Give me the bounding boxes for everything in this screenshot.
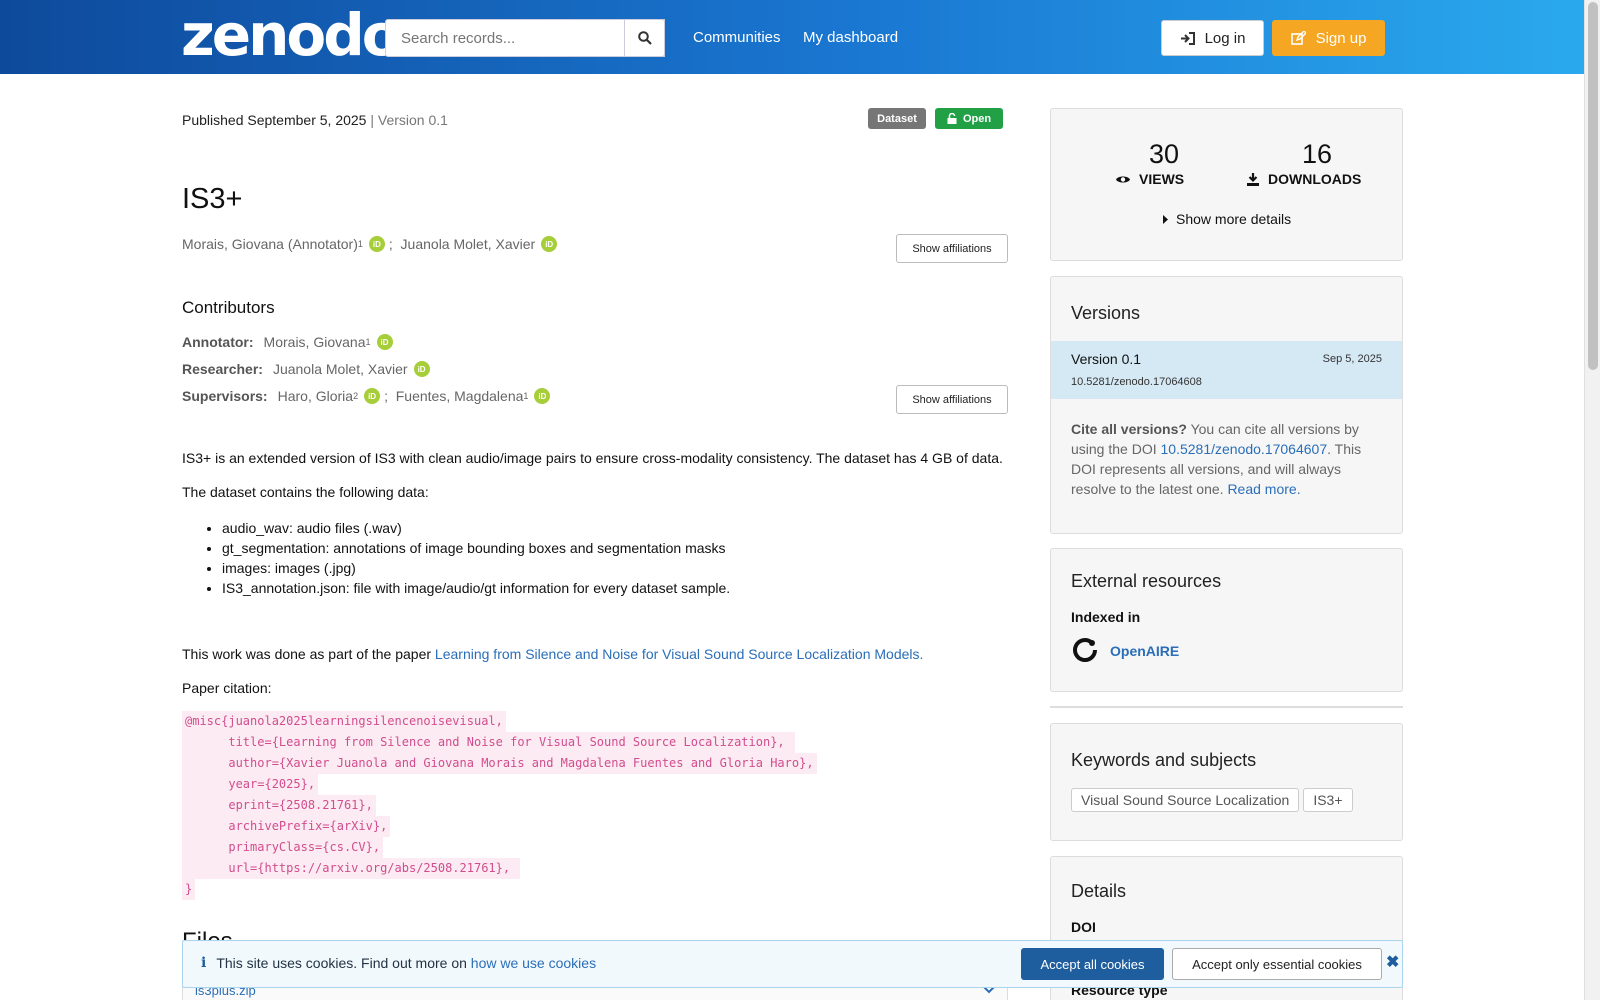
cookie-banner: i This site uses cookies. Find out more …	[182, 940, 1403, 988]
list-item: IS3_annotation.json: file with image/aud…	[222, 578, 730, 598]
version-date: Sep 5, 2025	[1322, 353, 1382, 365]
external-resources-heading: External resources	[1071, 571, 1222, 591]
scrollbar-thumb[interactable]	[1588, 2, 1598, 370]
downloads-count: 16	[1302, 139, 1333, 169]
contributors-heading: Contributors	[182, 298, 275, 317]
close-icon[interactable]: ✖	[1386, 952, 1399, 972]
signup-button[interactable]: Sign up	[1272, 20, 1385, 56]
creator-name[interactable]: Morais, Giovana (Annotator)	[182, 236, 358, 252]
cookie-policy-link[interactable]: how we use cookies	[471, 955, 596, 971]
contents-intro: The dataset contains the following data:	[182, 484, 429, 500]
edit-icon	[1290, 30, 1306, 45]
external-resources-panel: External resources Indexed in OpenAIRE	[1050, 548, 1403, 692]
caret-right-icon	[1163, 214, 1168, 224]
code-line: @misc{juanola2025learningsilencenoisevis…	[182, 711, 506, 732]
download-icon	[1247, 173, 1259, 186]
read-more-link[interactable]: Read more.	[1227, 481, 1300, 497]
nav-my-dashboard[interactable]: My dashboard	[803, 29, 898, 46]
keyword-chip[interactable]: Visual Sound Source Localization	[1071, 788, 1300, 812]
scrollbar[interactable]	[1584, 0, 1600, 1000]
creator-name[interactable]: Juanola Molet, Xavier	[401, 236, 536, 252]
unlock-icon	[947, 113, 957, 124]
contributor-annotator: Annotator: Morais, Giovana 1 iD	[182, 334, 397, 350]
search-button[interactable]	[624, 19, 665, 57]
orcid-icon[interactable]: iD	[376, 334, 393, 350]
views-count: 30	[1149, 139, 1180, 169]
login-label: Log in	[1204, 29, 1246, 47]
zenodo-logo[interactable]: zenodo	[181, 6, 402, 64]
openaire-link[interactable]: OpenAIRE	[1110, 643, 1179, 659]
record-version: Version 0.1	[377, 112, 448, 128]
show-affiliations-button[interactable]: Show affiliations	[896, 385, 1008, 414]
code-line: title={Learning from Silence and Noise f…	[182, 732, 795, 753]
keywords-heading: Keywords and subjects	[1071, 750, 1257, 770]
accept-all-cookies-button[interactable]: Accept all cookies	[1021, 948, 1164, 980]
list-item: images: images (.jpg)	[222, 558, 730, 578]
orcid-icon[interactable]: iD	[413, 361, 430, 377]
versions-panel: Versions Version 0.1 Sep 5, 2025 10.5281…	[1050, 276, 1403, 534]
versions-heading: Versions	[1071, 303, 1141, 323]
details-heading: Details	[1071, 881, 1127, 901]
paper-link[interactable]: Learning from Silence and Noise for Visu…	[435, 646, 923, 662]
citation-label: Paper citation:	[182, 680, 272, 696]
keyword-chip[interactable]: IS3+	[1303, 788, 1353, 812]
code-line: year={2025},	[182, 774, 319, 795]
doi-label: DOI	[1071, 919, 1096, 935]
paper-note: This work was done as part of the paper …	[182, 646, 924, 662]
code-line: eprint={2508.21761},	[182, 795, 376, 816]
orcid-icon[interactable]: iD	[534, 388, 551, 404]
concept-doi-link[interactable]: 10.5281/zenodo.17064607	[1161, 441, 1328, 457]
keywords-panel: Keywords and subjects Visual Sound Sourc…	[1050, 723, 1403, 841]
nav-communities[interactable]: Communities	[693, 29, 781, 46]
show-more-details[interactable]: Show more details	[1163, 211, 1291, 227]
orcid-icon[interactable]: iD	[541, 236, 558, 252]
resource-type-badge: Dataset	[868, 108, 926, 129]
record-title: IS3+	[182, 183, 243, 215]
published-date: Published September 5, 2025	[182, 112, 367, 128]
divider	[1050, 706, 1403, 708]
indexed-in-label: Indexed in	[1071, 609, 1141, 625]
contributor-researcher: Researcher: Juanola Molet, Xavier iD	[182, 361, 434, 377]
downloads-label: DOWNLOADS	[1246, 171, 1361, 187]
description-paragraph: IS3+ is an extended version of IS3 with …	[182, 450, 1003, 466]
info-icon: i	[201, 955, 207, 971]
signup-label: Sign up	[1315, 29, 1367, 47]
publication-info: Published September 5, 2025 | Version 0.…	[182, 112, 448, 128]
access-badge: Open	[935, 108, 1003, 129]
search-icon	[637, 31, 652, 45]
sign-in-icon	[1180, 31, 1195, 45]
accept-essential-cookies-button[interactable]: Accept only essential cookies	[1172, 948, 1382, 980]
keyword-list: Visual Sound Source Localization IS3+	[1071, 788, 1357, 812]
stats-panel: 30 VIEWS 16 DOWNLOADS Show more details	[1050, 108, 1403, 261]
openaire-icon	[1073, 638, 1097, 662]
top-header: zenodo Communities My dashboard Log in S…	[0, 0, 1584, 74]
citation-code-block: @misc{juanola2025learningsilencenoisevis…	[182, 711, 817, 900]
search-input[interactable]	[385, 19, 665, 57]
eye-icon	[1116, 176, 1130, 182]
list-item: gt_segmentation: annotations of image bo…	[222, 538, 730, 558]
code-line: archivePrefix={arXiv},	[182, 816, 391, 837]
login-button[interactable]: Log in	[1161, 20, 1264, 56]
code-line: primaryClass={cs.CV},	[182, 837, 384, 858]
contents-list: audio_wav: audio files (.wav) gt_segment…	[222, 518, 730, 598]
code-line: }	[182, 879, 196, 900]
orcid-icon[interactable]: iD	[364, 388, 381, 404]
version-label[interactable]: Version 0.1	[1071, 351, 1141, 367]
code-line: author={Xavier Juanola and Giovana Morai…	[182, 753, 817, 774]
list-item: audio_wav: audio files (.wav)	[222, 518, 730, 538]
contributor-supervisors: Supervisors: Haro, Gloria 2 iD ; Fuentes…	[182, 388, 554, 404]
cite-all-versions: Cite all versions? You can cite all vers…	[1071, 421, 1362, 497]
creators-list: Morais, Giovana (Annotator) 1 iD ; Juano…	[182, 236, 561, 252]
orcid-icon[interactable]: iD	[368, 236, 385, 252]
views-label: VIEWS	[1115, 171, 1184, 187]
version-item[interactable]: Version 0.1 Sep 5, 2025 10.5281/zenodo.1…	[1051, 341, 1402, 399]
code-line: url={https://arxiv.org/abs/2508.21761},	[182, 858, 521, 879]
version-doi: 10.5281/zenodo.17064608	[1071, 376, 1202, 388]
show-affiliations-button[interactable]: Show affiliations	[896, 234, 1008, 263]
